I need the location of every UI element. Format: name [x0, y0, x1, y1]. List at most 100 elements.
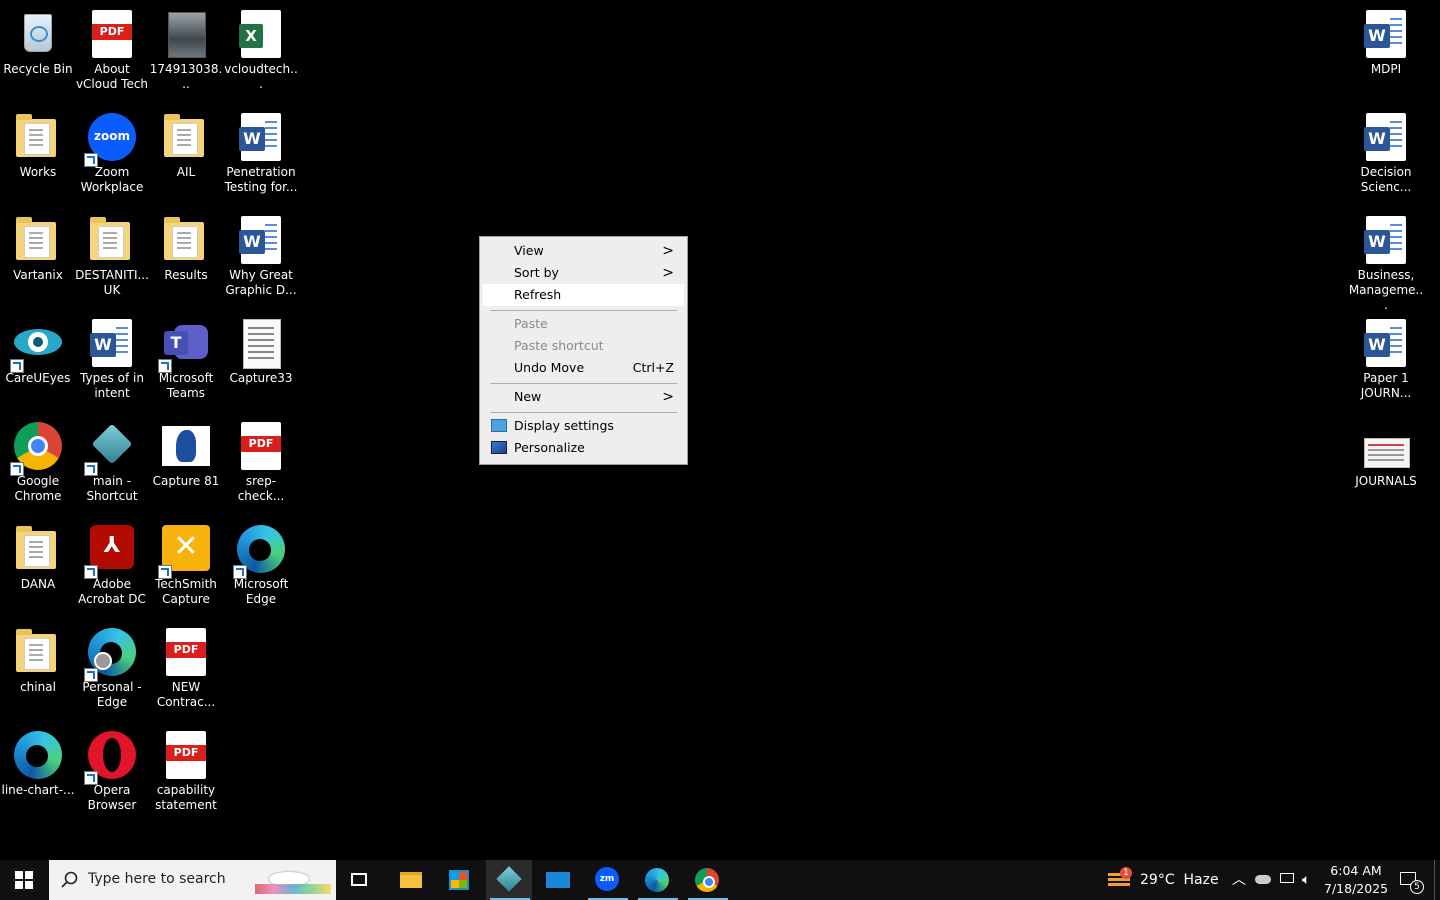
- desktop-icon-paper-1-journal[interactable]: W Paper 1 JOURN...: [1348, 313, 1424, 413]
- pdf-icon: PDF: [160, 729, 212, 781]
- desktop-icon-label: Microsoft Teams: [158, 371, 214, 400]
- desktop-icon-image-174913038[interactable]: 174913038...: [148, 4, 224, 104]
- desktop-icon-label: Vartanix: [13, 268, 63, 282]
- menu-item-undo-move[interactable]: Undo Move Ctrl+Z: [483, 357, 684, 379]
- desktop-icon-microsoft-teams[interactable]: T Microsoft Teams: [148, 313, 224, 413]
- desktop-icon-about-vcloud-tech[interactable]: PDF About vCloud Tech: [74, 4, 150, 104]
- task-view-button[interactable]: [339, 860, 381, 900]
- desktop-icon-personal-edge[interactable]: Personal - Edge: [74, 622, 150, 722]
- desktop-icon-line-chart[interactable]: line-chart-...: [0, 725, 76, 825]
- weather-widget[interactable]: 1 29°C Haze: [1104, 860, 1220, 900]
- folder-icon: [12, 214, 64, 266]
- desktop-icon-why-great-graphic[interactable]: W Why Great Graphic D...: [223, 210, 299, 310]
- menu-item-label: View: [514, 243, 544, 258]
- menu-item-paste: Paste: [483, 313, 684, 335]
- desktop-icon-google-chrome[interactable]: Google Chrome: [0, 416, 76, 516]
- desktop-icon-label: Business, Manageme...: [1348, 268, 1424, 312]
- word-icon: W: [235, 111, 287, 163]
- desktop-icon-dana[interactable]: DANA: [0, 519, 76, 619]
- taskbar-edge[interactable]: [634, 860, 680, 900]
- desktop-icon-label: JOURNALS: [1355, 474, 1417, 488]
- desktop-icon-label: 174913038...: [149, 62, 223, 91]
- word-icon: W: [1360, 111, 1412, 163]
- desktop-icon-types-of-intent[interactable]: W Types of in intent: [74, 313, 150, 413]
- desktop-icon-capture33[interactable]: Capture33: [223, 313, 299, 413]
- desktop-icon-label: AIL: [176, 165, 196, 179]
- menu-item-label: Display settings: [514, 418, 614, 433]
- clock[interactable]: 6:04 AM 7/18/2025: [1324, 860, 1388, 900]
- taskbar-chrome[interactable]: [684, 860, 730, 900]
- desktop-icon-label: Personal - Edge: [82, 680, 142, 709]
- menu-item-personalize[interactable]: Personalize: [483, 437, 684, 459]
- menu-item-display-settings[interactable]: Display settings: [483, 415, 684, 437]
- desktop-icon-mdpi[interactable]: W MDPI: [1348, 4, 1424, 104]
- desktop-icon-recycle-bin[interactable]: Recycle Bin: [0, 4, 76, 104]
- word-icon: W: [1360, 214, 1412, 266]
- desktop-icon-works[interactable]: Works: [0, 107, 76, 207]
- desktop-icon-ail[interactable]: AIL: [148, 107, 224, 207]
- folder-icon: [12, 626, 64, 678]
- desktop-icon-label: Capture33: [229, 371, 293, 385]
- menu-item-label: Undo Move: [514, 360, 585, 375]
- desktop-icon-techsmith-capture[interactable]: ✕ TechSmith Capture: [148, 519, 224, 619]
- desktop-icon-label: Why Great Graphic D...: [225, 268, 297, 297]
- volume-tray-icon[interactable]: 🔈︎: [1299, 860, 1321, 900]
- desktop-icon-capability-statement[interactable]: PDF capability statement: [148, 725, 224, 825]
- edge-icon: [84, 626, 138, 682]
- chevron-right-icon: >: [662, 243, 674, 259]
- taskbar-file-explorer[interactable]: [388, 860, 432, 900]
- chevron-right-icon: >: [662, 389, 674, 405]
- desktop-icon-capture-81[interactable]: Capture 81: [148, 416, 224, 516]
- start-button[interactable]: [0, 860, 48, 900]
- desktop-icon-adobe-acrobat[interactable]: ⅄ Adobe Acrobat DC: [74, 519, 150, 619]
- desktop-icon-label: Types of in intent: [80, 371, 144, 400]
- desktop-icon-decision-science[interactable]: W Decision Scienc...: [1348, 107, 1424, 207]
- desktop-icon-business-management[interactable]: W Business, Manageme...: [1348, 210, 1424, 312]
- shortcut-arrow-icon: [84, 668, 98, 682]
- desktop-icon-journals[interactable]: JOURNALS: [1348, 416, 1424, 516]
- action-center-button[interactable]: 5: [1392, 860, 1432, 900]
- show-hidden-icons-button[interactable]: ︿: [1228, 860, 1250, 900]
- desktop-icon-label: Works: [19, 165, 57, 179]
- taskbar-zoom[interactable]: zm: [584, 860, 630, 900]
- taskbar-main-app[interactable]: [486, 860, 532, 900]
- keyboard-shortcut: Ctrl+Z: [632, 360, 674, 375]
- shortcut-arrow-icon: [10, 462, 24, 476]
- desktop-icon-results[interactable]: Results: [148, 210, 224, 310]
- file-explorer-icon: [400, 872, 422, 888]
- desktop-context-menu: View > Sort by > Refresh Paste Paste sho…: [479, 236, 688, 465]
- desktop-icon-opera-browser[interactable]: Opera Browser: [74, 725, 150, 825]
- desktop-icon-destaniti-uk[interactable]: DESTANITI... UK: [74, 210, 150, 310]
- menu-item-new[interactable]: New >: [483, 386, 684, 408]
- mail-icon: [546, 872, 570, 888]
- desktop-icon-new-contract[interactable]: PDF NEW Contrac...: [148, 622, 224, 722]
- desktop-icon-label: Adobe Acrobat DC: [78, 577, 146, 606]
- menu-item-refresh[interactable]: Refresh: [483, 284, 684, 306]
- show-desktop-button[interactable]: [1434, 860, 1440, 900]
- image-icon: [1360, 420, 1412, 472]
- taskbar-search-box[interactable]: Type here to search: [49, 860, 336, 900]
- menu-item-sort-by[interactable]: Sort by >: [483, 262, 684, 284]
- taskbar-mail[interactable]: [536, 860, 580, 900]
- desktop-icon-chinal[interactable]: chinal: [0, 622, 76, 722]
- desktop-icon-careueyes[interactable]: CareUEyes: [0, 313, 76, 413]
- techsmith-icon: ✕: [158, 523, 212, 579]
- desktop-icon-vartanix[interactable]: Vartanix: [0, 210, 76, 310]
- desktop-icon-zoom-workplace[interactable]: zoom Zoom Workplace: [74, 107, 150, 207]
- desktop-icon-penetration-testing[interactable]: W Penetration Testing for...: [223, 107, 299, 207]
- teams-icon: T: [158, 317, 212, 373]
- app-cube-icon: [84, 420, 138, 476]
- task-view-icon: [351, 873, 367, 886]
- desktop-icon-vcloudtech-excel[interactable]: X vcloudtech...: [223, 4, 299, 104]
- pdf-icon: PDF: [235, 420, 287, 472]
- menu-separator: [490, 310, 677, 311]
- folder-icon: [86, 214, 138, 266]
- network-tray-icon[interactable]: [1276, 860, 1298, 900]
- onedrive-tray-icon[interactable]: [1252, 860, 1274, 900]
- shortcut-arrow-icon: [84, 153, 98, 167]
- menu-item-view[interactable]: View >: [483, 240, 684, 262]
- desktop-icon-srep-check[interactable]: PDF srep-check...: [223, 416, 299, 516]
- desktop-icon-microsoft-edge[interactable]: Microsoft Edge: [223, 519, 299, 619]
- desktop-icon-main-shortcut[interactable]: main - Shortcut: [74, 416, 150, 516]
- taskbar-store[interactable]: [437, 860, 481, 900]
